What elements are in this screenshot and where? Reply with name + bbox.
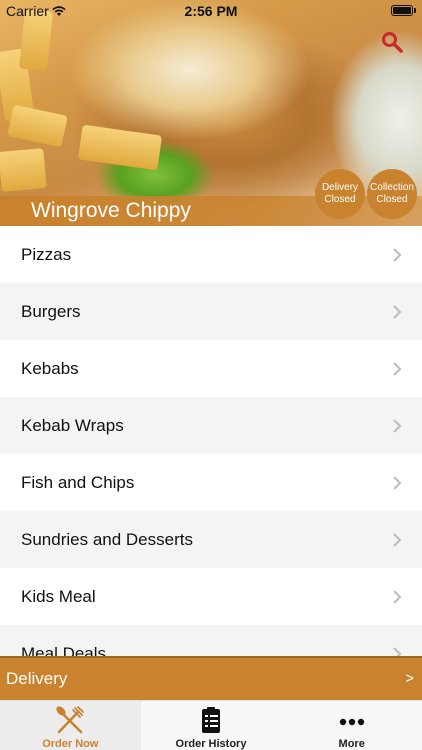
- battery-icon: [391, 5, 413, 16]
- hero-image: Carrier 2:56 PM Wingrove Chippy Delivery…: [0, 0, 422, 226]
- chevron-right-icon: [393, 305, 402, 319]
- fork-knife-icon: [54, 704, 86, 736]
- more-dots-icon: [336, 704, 368, 736]
- status-bar: Carrier 2:56 PM: [0, 0, 422, 22]
- chevron-right-icon: [393, 248, 402, 262]
- order-mode-arrow: >: [405, 670, 414, 687]
- tab-bar: Order Now Order History More: [0, 700, 422, 750]
- tab-label: More: [338, 738, 365, 750]
- chevron-right-icon: [393, 362, 402, 376]
- battery-tip: [414, 8, 416, 13]
- collection-status-line1: Collection: [370, 182, 414, 193]
- chevron-right-icon: [393, 419, 402, 433]
- chevron-right-icon: [393, 647, 402, 656]
- food-image-chip: [0, 148, 47, 192]
- category-row-fish-and-chips[interactable]: Fish and Chips: [0, 454, 422, 511]
- category-row-kids-meal[interactable]: Kids Meal: [0, 568, 422, 625]
- order-mode-bar[interactable]: Delivery >: [0, 656, 422, 700]
- tab-order-history[interactable]: Order History: [141, 701, 282, 750]
- collection-status-badge: Collection Closed: [367, 169, 417, 219]
- category-label: Sundries and Desserts: [21, 529, 193, 549]
- category-row-kebab-wraps[interactable]: Kebab Wraps: [0, 397, 422, 454]
- food-image-chip: [7, 104, 68, 148]
- food-image-chip: [77, 124, 163, 171]
- category-label: Kebabs: [21, 358, 79, 378]
- restaurant-name: Wingrove Chippy: [31, 199, 191, 222]
- chevron-right-icon: [393, 476, 402, 490]
- order-mode-label: Delivery: [6, 669, 68, 688]
- category-label: Fish and Chips: [21, 472, 135, 492]
- category-row-pizzas[interactable]: Pizzas: [0, 226, 422, 283]
- category-label: Meal Deals: [21, 643, 107, 657]
- tab-more[interactable]: More: [281, 701, 422, 750]
- tab-label: Order Now: [42, 738, 99, 750]
- category-row-meal-deals[interactable]: Meal Deals: [0, 625, 422, 656]
- clock-time: 2:56 PM: [184, 3, 238, 19]
- delivery-status-badge: Delivery Closed: [315, 169, 365, 219]
- category-row-sundries-and-desserts[interactable]: Sundries and Desserts: [0, 511, 422, 568]
- clipboard-icon: [195, 704, 227, 736]
- category-label: Pizzas: [21, 244, 72, 264]
- collection-status-line2: Closed: [376, 194, 408, 205]
- category-row-kebabs[interactable]: Kebabs: [0, 340, 422, 397]
- category-list[interactable]: Pizzas Burgers Kebabs Kebab Wraps Fish a…: [0, 226, 422, 656]
- chevron-right-icon: [393, 590, 402, 604]
- category-label: Kebab Wraps: [21, 415, 124, 435]
- search-icon[interactable]: [380, 30, 404, 54]
- category-row-burgers[interactable]: Burgers: [0, 283, 422, 340]
- tab-order-now[interactable]: Order Now: [0, 701, 141, 750]
- tab-label: Order History: [175, 738, 247, 750]
- chevron-right-icon: [393, 533, 402, 547]
- delivery-status-line2: Closed: [324, 194, 356, 205]
- delivery-status-line1: Delivery: [321, 182, 359, 193]
- category-label: Burgers: [21, 301, 81, 321]
- category-label: Kids Meal: [21, 586, 96, 606]
